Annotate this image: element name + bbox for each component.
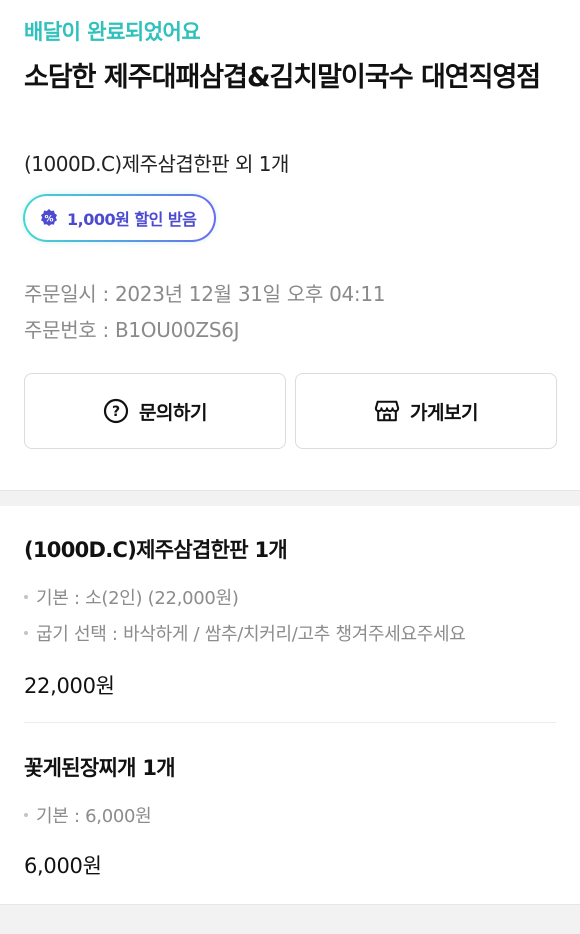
bullet-dot [24,631,28,635]
section-divider [0,904,580,934]
item-price: 22,000원 [24,674,115,698]
item-option: 굽기 선택 : 바삭하게 / 쌈추/치커리/고추 챙겨주세요주세요 [24,620,466,646]
discount-text: 1,000원 할인 받음 [67,210,197,229]
question-circle-icon: ? [103,398,129,424]
order-detail-page: 배달이 완료되었어요 소담한 제주대패삼겹&김치말이국수 대연직영점 (1000… [0,0,580,934]
item-separator [24,722,556,723]
item-price: 6,000원 [24,854,102,878]
delivery-status: 배달이 완료되었어요 [24,20,201,44]
item-option-text: 기본 : 6,000원 [36,806,152,827]
svg-text:%: % [44,215,53,225]
store-icon [374,398,400,424]
item-option: 기본 : 6,000원 [24,802,152,828]
inquiry-button[interactable]: ? 문의하기 [24,373,286,449]
order-number: 주문번호 : B1OU00ZS6J [24,318,240,342]
order-date: 주문일시 : 2023년 12월 31일 오후 04:11 [24,282,386,306]
item-title: 꽃게된장찌개 1개 [24,756,176,780]
store-name: 소담한 제주대패삼겹&김치말이국수 대연직영점 [24,62,541,93]
discount-coupon-icon: % [39,208,59,228]
bullet-dot [24,595,28,599]
inquiry-label: 문의하기 [139,401,207,424]
item-option: 기본 : 소(2인) (22,000원) [24,584,239,610]
discount-badge: % 1,000원 할인 받음 [23,194,216,242]
section-divider [0,490,580,506]
order-summary: (1000D.C)제주삼겹한판 외 1개 [24,152,289,176]
view-store-button[interactable]: 가게보기 [295,373,557,449]
svg-text:?: ? [112,404,120,420]
item-option-text: 기본 : 소(2인) (22,000원) [36,588,239,609]
item-option-text: 굽기 선택 : 바삭하게 / 쌈추/치커리/고추 챙겨주세요주세요 [36,624,466,645]
bullet-dot [24,813,28,817]
item-title: (1000D.C)제주삼겹한판 1개 [24,538,288,562]
view-store-label: 가게보기 [410,401,478,424]
